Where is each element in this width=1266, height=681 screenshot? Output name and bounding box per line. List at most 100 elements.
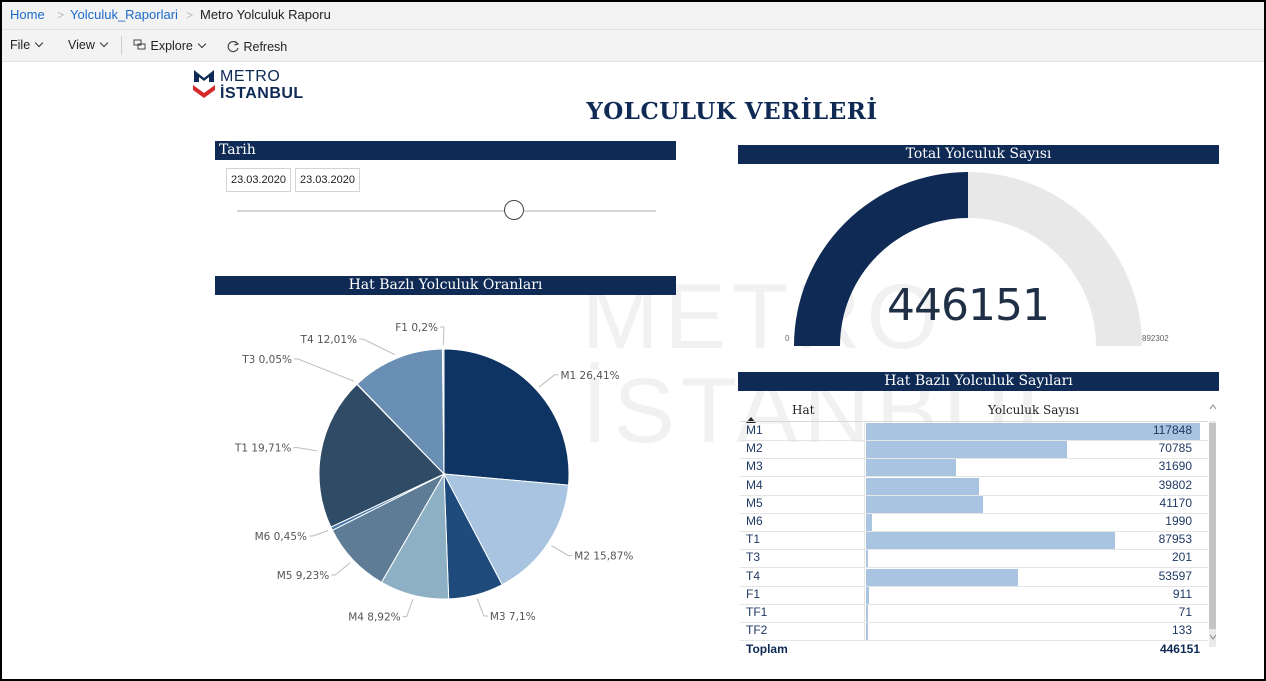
table-row[interactable]: T3 201 xyxy=(740,549,1208,569)
logo-line1: METRO xyxy=(220,68,281,85)
date-start-input[interactable]: 23.03.2020 xyxy=(226,168,291,192)
cell-divider xyxy=(864,422,865,440)
logo-line2: İSTANBUL xyxy=(220,85,304,102)
data-bar xyxy=(866,441,1067,459)
data-bar xyxy=(866,586,869,604)
cell-count: 133 xyxy=(866,622,1200,641)
pie-label-m1: M1 26,41% xyxy=(560,370,619,382)
toolbar-divider xyxy=(121,36,122,55)
pie-leader-line xyxy=(359,338,396,356)
pie-header: Hat Bazlı Yolculuk Oranları xyxy=(215,276,676,295)
cell-divider xyxy=(864,440,865,459)
cell-count: 201 xyxy=(866,549,1200,568)
cell-count-value: 53597 xyxy=(1158,568,1192,583)
pie-leader-line xyxy=(309,529,329,537)
table-row[interactable]: TF2 133 xyxy=(740,622,1208,642)
cell-count-value: 41170 xyxy=(1159,495,1192,510)
cell-divider xyxy=(864,585,865,604)
cell-divider xyxy=(864,622,865,641)
breadcrumb-folder-link[interactable]: Yolculuk_Raporlari xyxy=(70,7,178,22)
cell-hat: M6 xyxy=(746,514,763,528)
gauge-max-label: 892302 xyxy=(1142,334,1169,343)
cell-count-value: 87953 xyxy=(1158,532,1192,547)
cell-count: 31690 xyxy=(866,458,1200,477)
cell-count-value: 39802 xyxy=(1158,477,1192,492)
table-row[interactable]: M1 117848 xyxy=(740,422,1208,441)
data-bar xyxy=(866,605,868,622)
date-end-input[interactable]: 23.03.2020 xyxy=(295,168,360,192)
pie-leader-line xyxy=(293,447,318,452)
explore-icon xyxy=(133,39,146,50)
chevron-down-icon xyxy=(34,38,44,48)
cell-count: 41170 xyxy=(866,495,1200,513)
breadcrumb-home-link[interactable]: Home xyxy=(10,7,45,22)
toolbar: File View Explore Refresh xyxy=(2,30,1264,62)
refresh-button[interactable]: Refresh xyxy=(227,38,287,54)
cell-count: 117848 xyxy=(866,422,1200,440)
table-row[interactable]: M2 70785 xyxy=(740,440,1208,460)
gauge-value: 446151 xyxy=(887,280,1050,331)
cell-hat: M5 xyxy=(746,495,763,510)
chevron-down-icon xyxy=(197,39,207,49)
table-row[interactable]: T1 87953 xyxy=(740,531,1208,551)
cell-hat: M2 xyxy=(746,441,763,456)
table-row[interactable]: M3 31690 xyxy=(740,458,1208,478)
data-bar xyxy=(866,423,1200,440)
explore-menu[interactable]: Explore xyxy=(133,38,207,53)
view-menu-label: View xyxy=(68,38,95,52)
cell-count: 911 xyxy=(866,586,1200,604)
data-bar xyxy=(866,477,979,495)
data-bar xyxy=(866,568,1018,586)
cell-count: 71 xyxy=(866,604,1200,622)
view-menu[interactable]: View xyxy=(68,38,109,52)
data-bar xyxy=(866,514,872,531)
cell-hat: TF1 xyxy=(746,605,768,619)
cell-hat: T1 xyxy=(746,532,761,547)
file-menu-label: File xyxy=(10,38,31,52)
cell-count-value: 911 xyxy=(1172,586,1192,601)
cell-divider xyxy=(864,494,865,513)
cell-hat: M4 xyxy=(746,477,763,492)
pie-leader-line xyxy=(476,598,488,617)
report-title: YOLCULUK VERİLERİ xyxy=(586,98,878,125)
cell-hat: T4 xyxy=(746,568,761,583)
cell-divider xyxy=(864,476,865,495)
data-bar xyxy=(866,495,983,513)
cell-count: 1990 xyxy=(866,513,1200,531)
cell-divider xyxy=(864,458,865,477)
pie-label-f1: F1 0,2% xyxy=(395,322,438,334)
breadcrumb-separator: > xyxy=(186,8,194,22)
table-row[interactable]: M4 39802 xyxy=(740,476,1208,496)
cell-hat: M1 xyxy=(746,423,763,437)
date-slider-track[interactable] xyxy=(237,210,656,212)
pie-label-t4: T4 12,01% xyxy=(300,334,357,346)
cell-count: 53597 xyxy=(866,568,1200,586)
cell-count: 70785 xyxy=(866,440,1200,459)
table-row[interactable]: TF1 71 xyxy=(740,604,1208,623)
table-row[interactable]: F1 911 xyxy=(740,585,1208,605)
explore-menu-label: Explore xyxy=(150,39,193,53)
table-row[interactable]: M5 41170 xyxy=(740,494,1208,514)
pie-label-m5: M5 9,23% xyxy=(277,570,329,582)
table-row[interactable]: M6 1990 xyxy=(740,513,1208,532)
cell-count: 87953 xyxy=(866,531,1200,550)
data-bar xyxy=(866,532,1116,550)
chevron-down-icon xyxy=(99,38,109,48)
scroll-down-icon[interactable] xyxy=(1209,634,1217,640)
cell-count-value: 201 xyxy=(1171,550,1192,565)
table-row[interactable]: T4 53597 xyxy=(740,567,1208,587)
date-slider-handle[interactable] xyxy=(503,200,524,220)
cell-count-value: 71 xyxy=(1178,605,1192,619)
cell-divider xyxy=(864,549,865,568)
cell-count-value: 133 xyxy=(1171,623,1192,638)
breadcrumb-current: Metro Yolculuk Raporu xyxy=(200,7,331,22)
cell-count-value: 117848 xyxy=(1152,423,1192,437)
pie-label-m2: M2 15,87% xyxy=(574,551,633,563)
scroll-up-icon[interactable] xyxy=(1209,404,1217,410)
pie-leader-line xyxy=(402,599,414,618)
cell-count-value: 70785 xyxy=(1158,441,1192,456)
pie-slice-m1[interactable] xyxy=(443,348,570,486)
pie-label-t1: T1 19,71% xyxy=(234,443,291,455)
table-scrollbar-thumb[interactable] xyxy=(1209,423,1216,629)
file-menu[interactable]: File xyxy=(10,38,44,52)
